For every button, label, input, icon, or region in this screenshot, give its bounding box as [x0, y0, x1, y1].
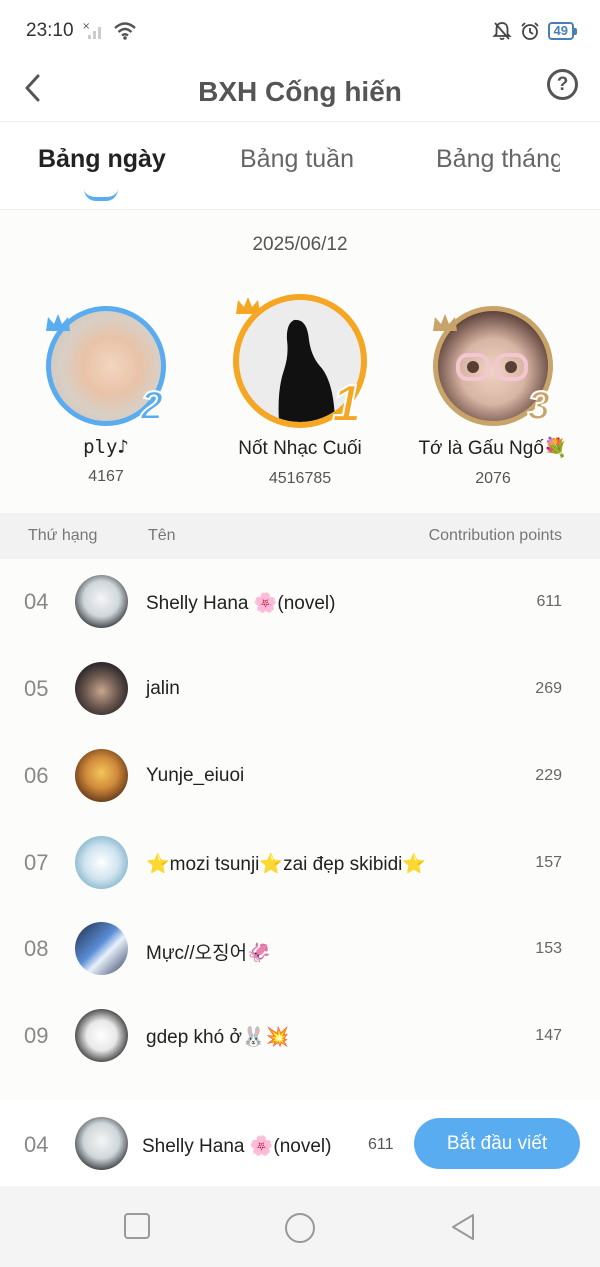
my-rank: 04 [24, 1132, 49, 1157]
avatar[interactable] [75, 1117, 128, 1170]
alarm-icon [520, 22, 539, 40]
row-name: Shelly Hana 🌸(novel) [146, 593, 336, 614]
avatar[interactable] [75, 575, 128, 628]
column-header-name: Tên [148, 527, 176, 544]
my-points: 611 [368, 1136, 394, 1153]
row-points: 611 [536, 593, 562, 610]
avatar[interactable] [75, 662, 128, 715]
avatar[interactable] [75, 922, 128, 975]
podium-rank-3[interactable]: 3 Tớ là Gấu Ngố💐 2076 [393, 306, 593, 488]
status-time: 23:10 [26, 20, 74, 41]
table-row[interactable]: 07 ⭐mozi tsunji⭐zai đẹp skibidi⭐ 157 [0, 820, 600, 906]
row-rank: 04 [24, 589, 49, 614]
home-icon[interactable] [284, 1212, 316, 1244]
header: BXH Cống hiến ? [0, 62, 600, 122]
recent-apps-icon[interactable] [123, 1212, 151, 1240]
bell-muted-icon [491, 22, 512, 41]
row-name: gdep khó ở🐰💥 [146, 1027, 290, 1048]
rank-number: 2 [140, 383, 164, 429]
table-row[interactable]: 05 jalin 269 [0, 646, 600, 732]
podium-rank-2[interactable]: 2 ply♪ 4167 [6, 306, 206, 486]
my-rank-row[interactable]: 04 Shelly Hana 🌸(novel) 611 Bắt đầu viết [0, 1100, 600, 1186]
row-points: 229 [535, 767, 562, 784]
tab-monthly[interactable]: Bảng tháng [436, 145, 560, 174]
table-row[interactable]: 08 Mực//오징어🦑 153 [0, 906, 600, 992]
system-nav-bar [0, 1186, 600, 1267]
back-button[interactable] [18, 68, 48, 108]
avatar[interactable]: 1 [233, 294, 367, 434]
row-points: 153 [535, 940, 562, 957]
ranking-date: 2025/06/12 [252, 234, 348, 255]
row-rank: 05 [24, 676, 49, 701]
podium-score: 2076 [475, 470, 511, 487]
status-bar: 23:10 × 49 [0, 0, 600, 62]
row-points: 157 [535, 854, 562, 871]
page-title: BXH Cống hiến [198, 75, 402, 107]
rank-number: 1 [331, 374, 362, 434]
row-name: Yunje_eiuoi [146, 765, 245, 786]
row-name: Mực//오징어🦑 [146, 943, 271, 964]
table-header: Thứ hạng Tên Contribution points [0, 513, 600, 559]
podium-name: ply♪ [83, 436, 129, 458]
row-rank: 07 [24, 850, 49, 875]
tab-weekly[interactable]: Bảng tuần [240, 145, 354, 174]
active-tab-indicator [84, 189, 118, 201]
svg-text:×: × [82, 21, 90, 32]
no-signal-icon: × [82, 21, 101, 39]
avatar[interactable]: 2 [46, 306, 166, 429]
my-name: Shelly Hana 🌸(novel) [142, 1136, 332, 1157]
podium-score: 4516785 [268, 470, 332, 487]
podium-rank-1[interactable]: 1 Nốt Nhạc Cuối 4516785 [200, 294, 400, 488]
row-rank: 06 [24, 763, 49, 788]
avatar[interactable] [75, 836, 128, 889]
avatar[interactable] [75, 749, 128, 802]
back-nav-icon[interactable] [449, 1212, 477, 1242]
row-rank: 08 [24, 936, 49, 961]
column-header-rank: Thứ hạng [28, 527, 98, 544]
row-name: jalin [146, 678, 180, 699]
tab-bar: Bảng ngày Bảng tuần Bảng tháng [0, 123, 600, 210]
rank-number: 3 [527, 383, 551, 429]
crown-icon [46, 314, 70, 331]
start-writing-button[interactable]: Bắt đầu viết [414, 1118, 580, 1169]
row-points: 147 [535, 1027, 562, 1044]
table-row[interactable]: 04 Shelly Hana 🌸(novel) 611 [0, 559, 600, 645]
row-name: ⭐mozi tsunji⭐zai đẹp skibidi⭐ [146, 854, 427, 875]
table-row[interactable]: 06 Yunje_eiuoi 229 [0, 733, 600, 819]
battery-icon: 49 [547, 22, 578, 40]
table-row[interactable]: 09 gdep khó ở🐰💥 147 [0, 993, 600, 1079]
wifi-icon [113, 22, 136, 40]
row-rank: 09 [24, 1023, 49, 1048]
tab-daily[interactable]: Bảng ngày [38, 145, 166, 174]
row-points: 269 [535, 680, 562, 697]
podium-name: Tớ là Gấu Ngố💐 [418, 438, 568, 459]
crown-icon [236, 297, 260, 314]
avatar[interactable] [75, 1009, 128, 1062]
column-header-points: Contribution points [428, 527, 562, 544]
podium-name: Nốt Nhạc Cuối [238, 438, 362, 459]
avatar[interactable]: 3 [433, 306, 553, 429]
podium-score: 4167 [88, 468, 124, 485]
crown-icon [433, 314, 457, 331]
help-button[interactable]: ? [547, 69, 578, 100]
